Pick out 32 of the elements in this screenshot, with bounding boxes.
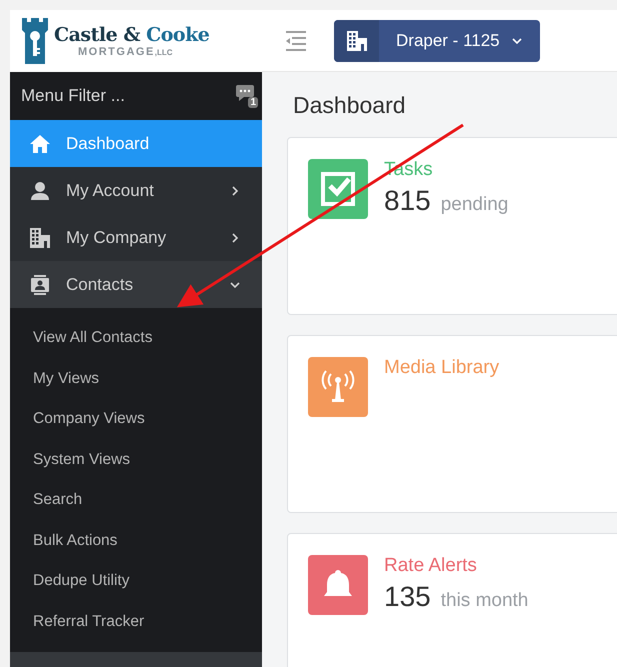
card-count: 815 bbox=[384, 185, 431, 216]
chevron-right-icon bbox=[230, 186, 240, 196]
location-dropdown[interactable]: Draper - 1125 bbox=[334, 20, 540, 62]
chevron-right-icon bbox=[230, 232, 240, 242]
menu-filter-field[interactable]: Menu Filter ... bbox=[21, 86, 171, 106]
brand-tagline: MORTGAGE,LLC bbox=[78, 46, 173, 58]
card-count: 135 bbox=[384, 581, 431, 612]
sidebar-subitem[interactable]: System Views bbox=[10, 440, 262, 480]
sidebar-subitem[interactable]: Dedupe Utility bbox=[10, 561, 262, 602]
sidebar-subitem[interactable]: Company Views bbox=[10, 399, 262, 440]
checkbox-icon bbox=[321, 172, 355, 206]
sidebar-subitem[interactable]: View All Contacts bbox=[10, 318, 262, 358]
brand-name: Castle & Cooke bbox=[54, 24, 210, 46]
building-icon bbox=[30, 228, 50, 248]
user-icon bbox=[30, 182, 50, 200]
sidebar-subitem[interactable]: My Views bbox=[10, 358, 262, 399]
sidebar-subitem[interactable]: Referral Tracker bbox=[10, 602, 262, 642]
sidebar-subitem[interactable]: Search bbox=[10, 480, 262, 520]
building-icon bbox=[346, 30, 366, 50]
sidebar-item[interactable]: Contacts bbox=[10, 261, 262, 308]
castle-key-logo-icon bbox=[22, 18, 48, 64]
antenna-icon bbox=[320, 370, 356, 404]
page-title: Dashboard bbox=[293, 92, 407, 119]
home-icon bbox=[30, 134, 50, 152]
card-unit: pending bbox=[440, 194, 508, 215]
menu-collapse-button[interactable] bbox=[284, 30, 306, 50]
chevron-down-icon bbox=[512, 36, 522, 46]
sidebar-subitem[interactable]: Bulk Actions bbox=[10, 520, 262, 561]
card-unit: this month bbox=[440, 590, 528, 611]
contact-card-icon bbox=[30, 274, 50, 294]
chevron-down-icon bbox=[230, 280, 240, 290]
notification-badge[interactable]: 1 bbox=[236, 85, 256, 107]
